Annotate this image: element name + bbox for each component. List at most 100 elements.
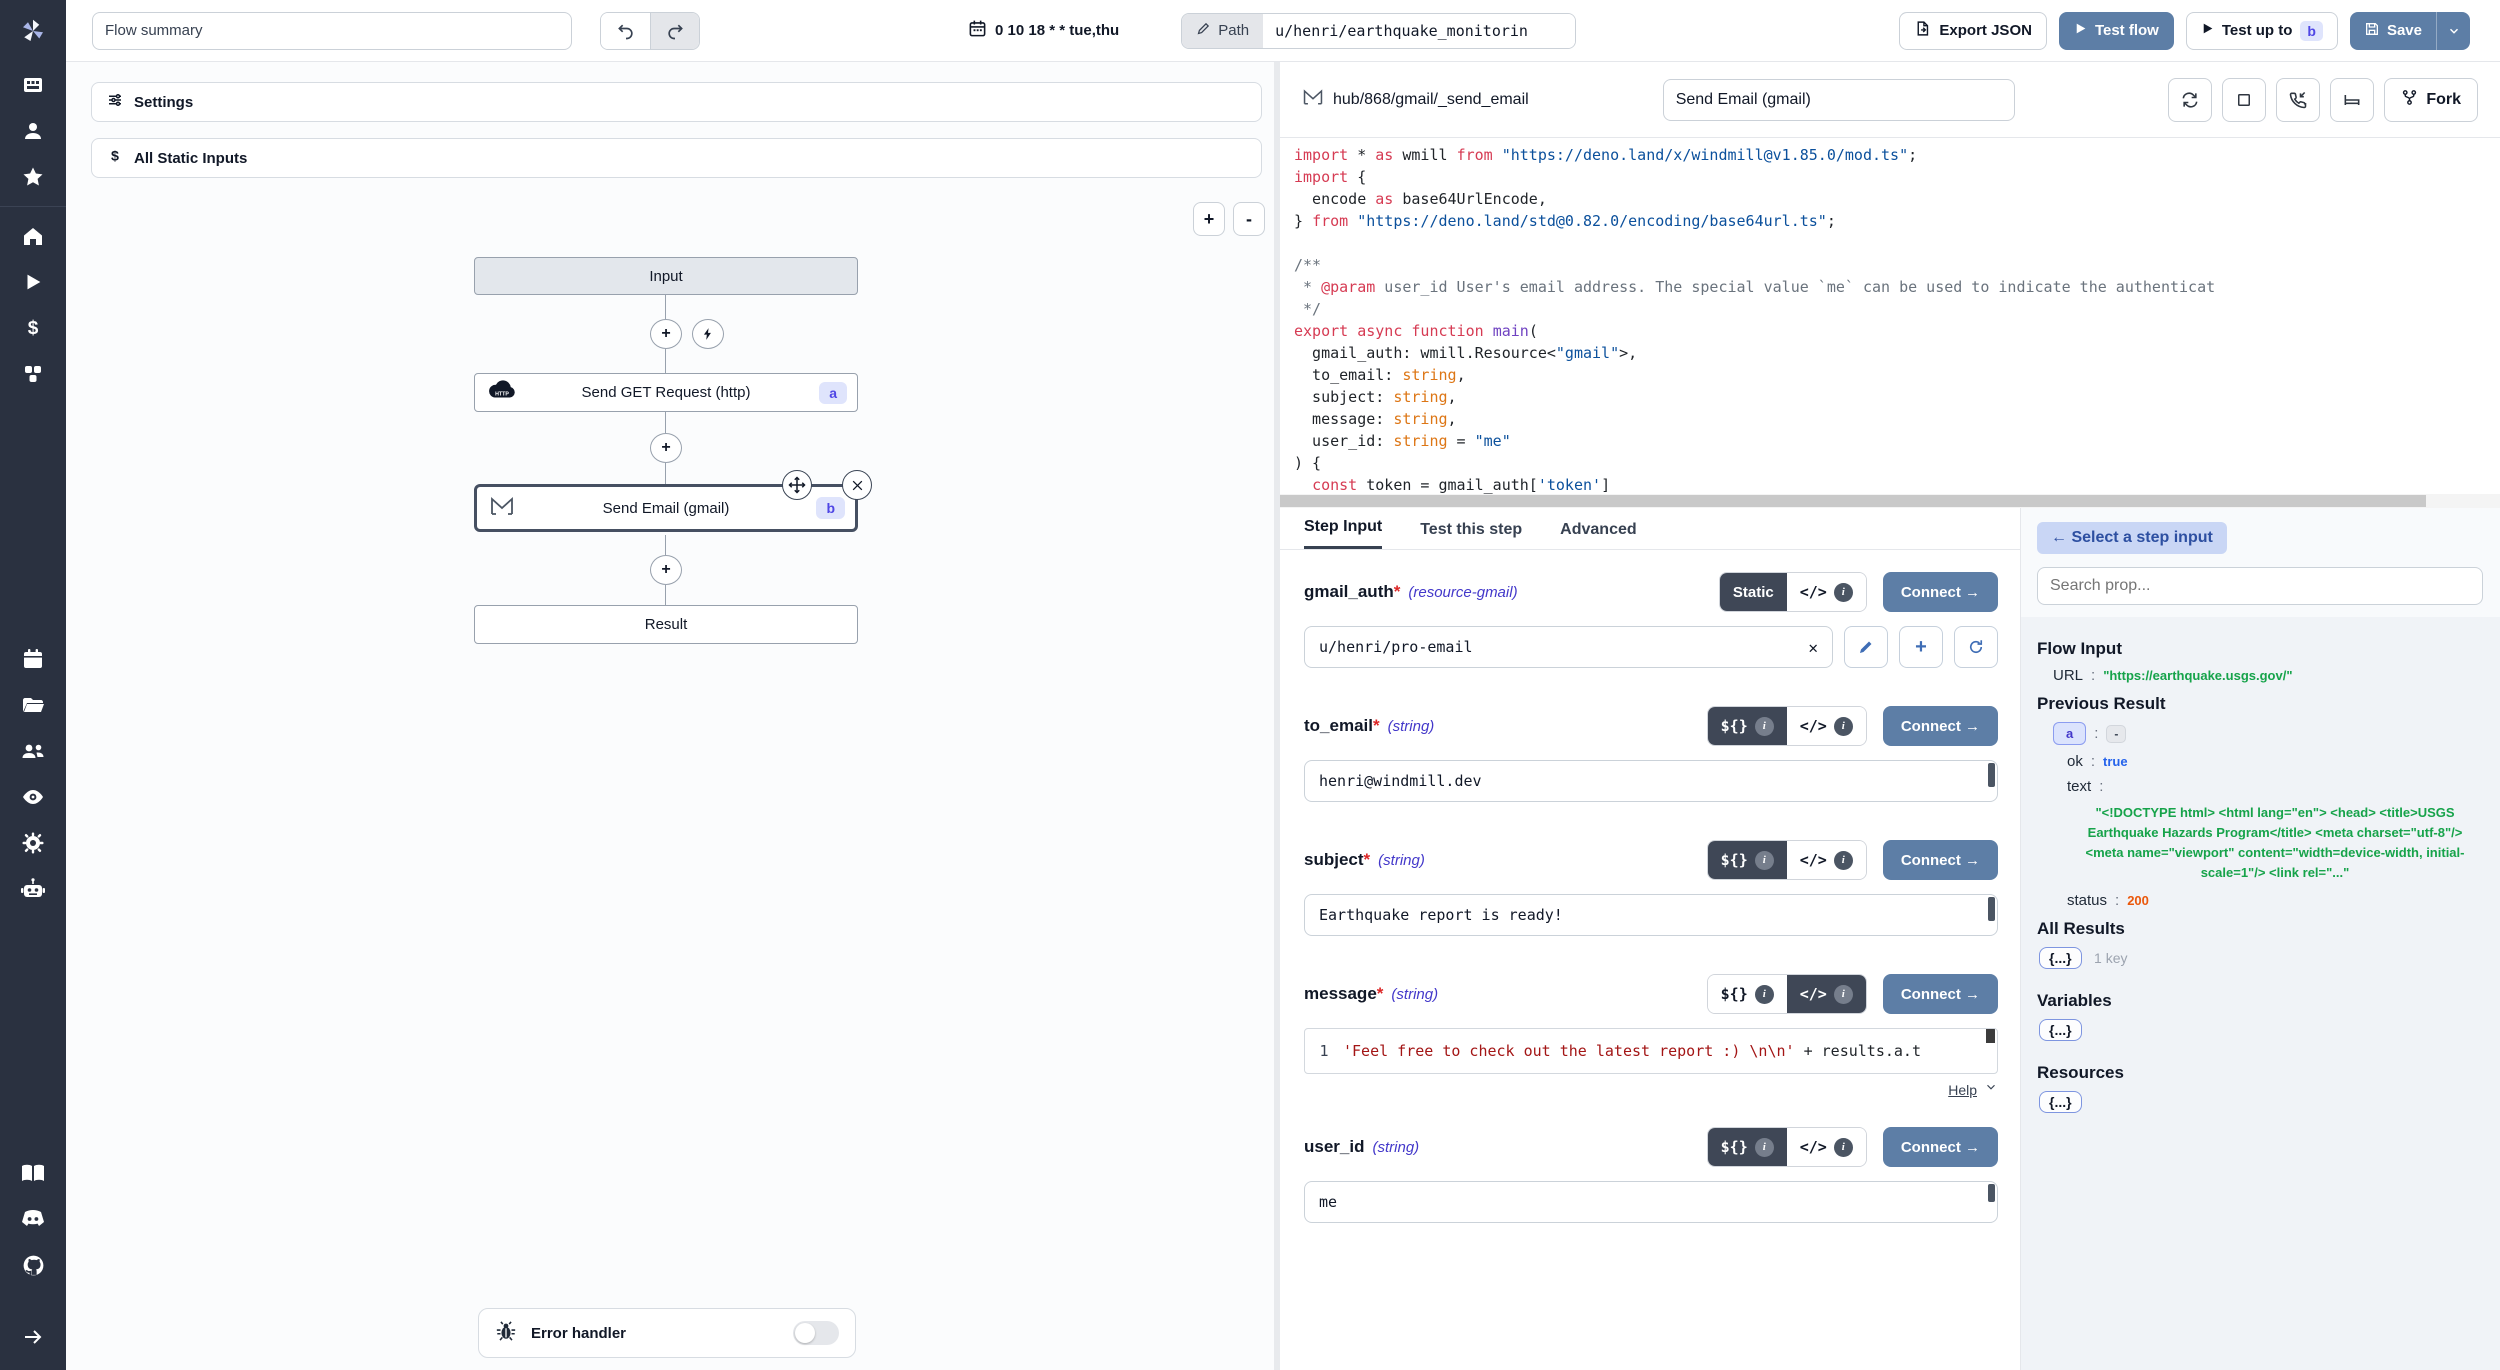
robot-icon[interactable] xyxy=(0,866,66,912)
gmail-auth-resource-input[interactable]: u/henri/pro-email ✕ xyxy=(1304,626,1833,668)
to-email-connect-button[interactable]: Connect → xyxy=(1883,706,1998,746)
message-code-editor[interactable]: 1 'Feel free to check out the latest rep… xyxy=(1304,1028,1998,1074)
info-icon[interactable]: i xyxy=(1834,1138,1853,1157)
expr-mode-option[interactable]: ${}i xyxy=(1708,841,1787,879)
prop-status[interactable]: status: 200 xyxy=(2067,892,2484,909)
collapse-button[interactable]: - xyxy=(2106,725,2126,743)
step-name-input[interactable] xyxy=(1663,79,2015,121)
delete-step-button[interactable] xyxy=(842,470,872,500)
subject-connect-button[interactable]: Connect → xyxy=(1883,840,1998,880)
info-icon[interactable]: i xyxy=(1834,717,1853,736)
code-mode-option[interactable]: </>i xyxy=(1787,707,1866,745)
chevron-down-icon[interactable] xyxy=(1984,1080,1998,1099)
apps-icon[interactable] xyxy=(0,62,66,108)
hub-script-path[interactable]: hub/868/gmail/_send_email xyxy=(1302,88,1529,111)
resources-object-pill[interactable]: {...} xyxy=(2039,1091,2082,1113)
blocks-icon[interactable] xyxy=(0,351,66,397)
prop-url[interactable]: URL: "https://earthquake.usgs.gov/" xyxy=(2053,667,2484,684)
flow-summary-input[interactable] xyxy=(92,12,572,50)
test-up-to-button[interactable]: Test up to b xyxy=(2186,12,2338,50)
path-control[interactable]: Path u/henri/earthquake_monitorin xyxy=(1181,13,1576,49)
user-id-input[interactable]: me xyxy=(1304,1181,1998,1223)
add-step-button[interactable]: + xyxy=(650,433,682,463)
redo-button[interactable] xyxy=(650,13,699,49)
info-icon[interactable]: i xyxy=(1834,583,1853,602)
discord-icon[interactable] xyxy=(0,1196,66,1242)
expr-mode-option[interactable]: ${}i xyxy=(1708,975,1787,1013)
windmill-logo[interactable] xyxy=(0,0,66,62)
user-icon[interactable] xyxy=(0,108,66,154)
fork-button[interactable]: Fork xyxy=(2384,78,2478,122)
info-icon[interactable]: i xyxy=(1755,1138,1774,1157)
eye-icon[interactable] xyxy=(0,774,66,820)
add-step-button[interactable]: + xyxy=(650,555,682,585)
home-icon[interactable] xyxy=(0,213,66,259)
flow-settings-button[interactable]: Settings xyxy=(91,82,1262,122)
flow-node-get-request[interactable]: HTTP Send GET Request (http) a xyxy=(474,373,858,412)
static-mode-option[interactable]: Static xyxy=(1720,573,1787,611)
folder-icon[interactable] xyxy=(0,682,66,728)
gear-icon[interactable] xyxy=(0,820,66,866)
edit-resource-button[interactable] xyxy=(1844,626,1888,668)
add-step-button[interactable]: + xyxy=(650,319,682,349)
code-editor[interactable]: import * as wmill from "https://deno.lan… xyxy=(1280,138,2500,494)
gmail-auth-connect-button[interactable]: Connect → xyxy=(1883,572,1998,612)
save-button[interactable]: Save xyxy=(2350,12,2436,50)
schedule-cron[interactable]: 0 10 18 * * tue,thu xyxy=(968,19,1119,42)
flow-node-result[interactable]: Result xyxy=(474,605,858,644)
tab-advanced[interactable]: Advanced xyxy=(1560,521,1636,549)
tab-test-this-step[interactable]: Test this step xyxy=(1420,521,1522,549)
code-mode-option[interactable]: </>i xyxy=(1787,573,1866,611)
prop-text-value[interactable]: "<!DOCTYPE html> <html lang="en"> <head>… xyxy=(2067,803,2483,884)
message-connect-button[interactable]: Connect → xyxy=(1883,974,1998,1014)
select-step-input-button[interactable]: ← Select a step input xyxy=(2037,522,2227,554)
expr-mode-option[interactable]: ${}i xyxy=(1708,1128,1787,1166)
info-icon[interactable]: i xyxy=(1834,851,1853,870)
to-email-input[interactable]: henri@windmill.dev xyxy=(1304,760,1998,802)
collapse-arrow-icon[interactable] xyxy=(0,1314,66,1360)
info-icon[interactable]: i xyxy=(1755,717,1774,736)
calendar-icon[interactable] xyxy=(0,636,66,682)
subject-input[interactable]: Earthquake report is ready! xyxy=(1304,894,1998,936)
trigger-bolt-button[interactable] xyxy=(692,319,724,349)
prop-ok[interactable]: ok: true xyxy=(2067,753,2484,770)
phone-incoming-button[interactable] xyxy=(2276,78,2320,122)
expr-mode-option[interactable]: ${}i xyxy=(1708,707,1787,745)
code-mode-option[interactable]: </>i xyxy=(1787,975,1866,1013)
clear-icon[interactable]: ✕ xyxy=(1808,638,1818,657)
star-icon[interactable] xyxy=(0,154,66,200)
info-icon[interactable]: i xyxy=(1755,851,1774,870)
help-link[interactable]: Help xyxy=(1948,1082,1977,1098)
sync-button[interactable] xyxy=(2168,78,2212,122)
expand-box-button[interactable] xyxy=(2222,78,2266,122)
diff-bed-button[interactable] xyxy=(2330,78,2374,122)
flow-node-input[interactable]: Input xyxy=(474,257,858,295)
error-handler-toggle[interactable] xyxy=(793,1321,839,1345)
tab-step-input[interactable]: Step Input xyxy=(1304,518,1382,549)
user-id-connect-button[interactable]: Connect → xyxy=(1883,1127,1998,1167)
dollar-icon[interactable]: $ xyxy=(0,305,66,351)
info-icon[interactable]: i xyxy=(1834,985,1853,1004)
zoom-out-button[interactable]: - xyxy=(1233,202,1265,236)
code-mode-option[interactable]: </>i xyxy=(1787,841,1866,879)
all-results-object-pill[interactable]: {...} xyxy=(2039,947,2082,969)
zoom-in-button[interactable]: + xyxy=(1193,202,1225,236)
code-mode-option[interactable]: </>i xyxy=(1787,1128,1866,1166)
play-icon[interactable] xyxy=(0,259,66,305)
move-step-button[interactable] xyxy=(782,470,812,500)
save-dropdown-button[interactable] xyxy=(2436,12,2470,50)
all-static-inputs-button[interactable]: $ All Static Inputs xyxy=(91,138,1262,178)
code-hscrollbar[interactable] xyxy=(1280,494,2500,508)
github-icon[interactable] xyxy=(0,1242,66,1288)
variables-object-pill[interactable]: {...} xyxy=(2039,1019,2082,1041)
undo-button[interactable] xyxy=(601,13,650,49)
refresh-resource-button[interactable] xyxy=(1954,626,1998,668)
docs-book-icon[interactable] xyxy=(0,1150,66,1196)
test-flow-button[interactable]: Test flow xyxy=(2059,12,2174,50)
add-resource-button[interactable]: + xyxy=(1899,626,1943,668)
step-a-badge[interactable]: a xyxy=(2053,722,2086,745)
search-prop-input[interactable] xyxy=(2037,567,2483,605)
users-icon[interactable] xyxy=(0,728,66,774)
info-icon[interactable]: i xyxy=(1755,985,1774,1004)
prop-text[interactable]: text: xyxy=(2067,778,2484,795)
